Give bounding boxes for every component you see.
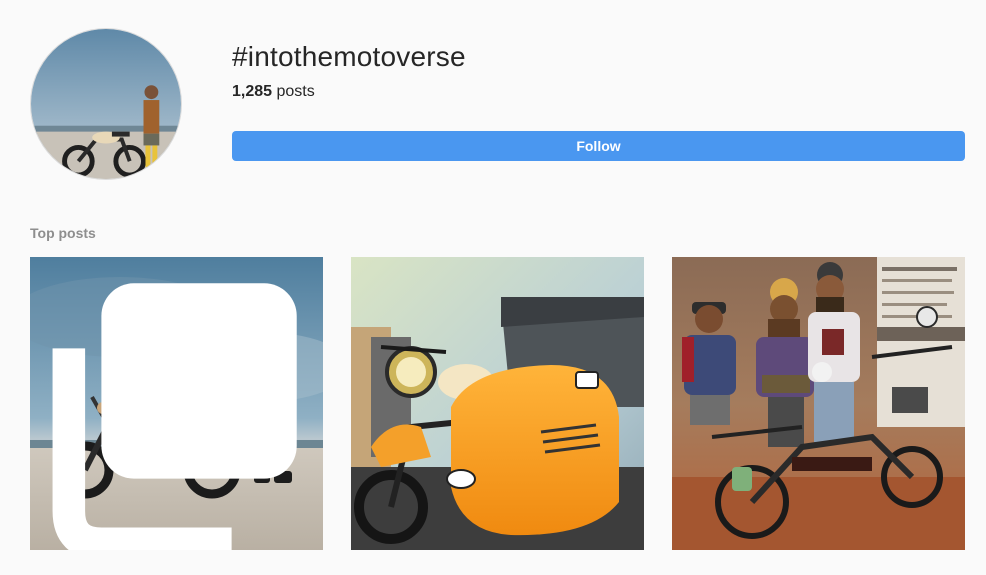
top-posts-heading: Top posts <box>30 225 96 241</box>
top-post-1[interactable] <box>30 257 323 550</box>
post-count: 1,285 posts <box>232 83 315 101</box>
top-post-3[interactable] <box>672 257 965 550</box>
post-count-number: 1,285 <box>232 83 273 100</box>
post-2-image <box>351 257 644 550</box>
follow-button[interactable]: Follow <box>232 131 965 161</box>
post-count-label: posts <box>272 83 315 100</box>
hashtag-avatar <box>30 28 182 180</box>
hashtag-title: #intothemotoverse <box>232 41 466 72</box>
multiple-photos-icon <box>52 283 297 550</box>
top-post-2[interactable] <box>351 257 644 550</box>
post-3-image <box>672 257 965 550</box>
avatar-image <box>31 29 181 179</box>
